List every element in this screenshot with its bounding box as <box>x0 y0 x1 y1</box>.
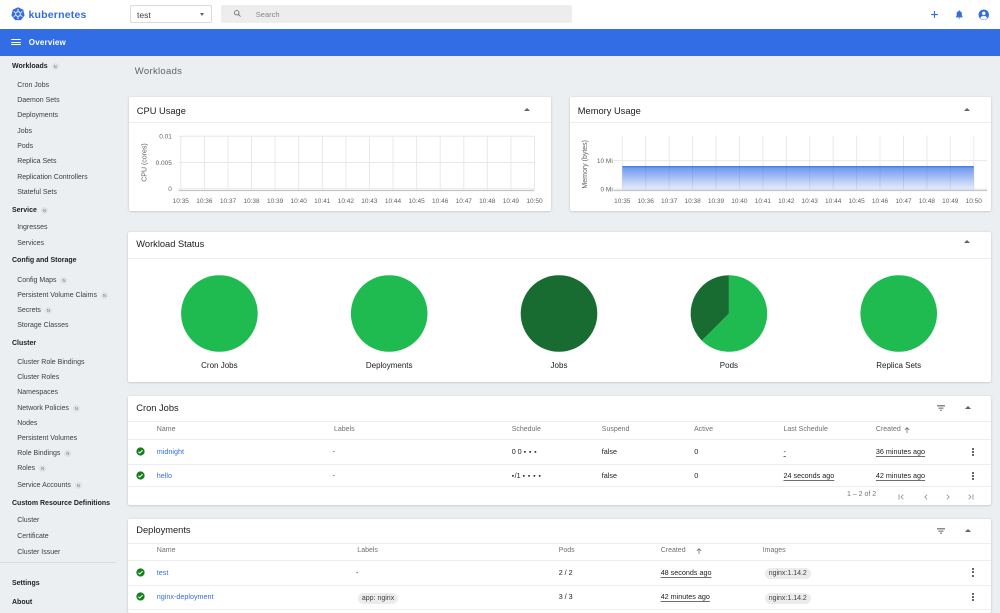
svg-text:Replica Sets: Replica Sets <box>876 360 921 369</box>
svg-text:10:37: 10:37 <box>219 197 236 204</box>
svg-text:10:40: 10:40 <box>290 197 307 204</box>
svg-text:10:49: 10:49 <box>942 197 959 204</box>
svg-text:10:38: 10:38 <box>684 197 701 204</box>
svg-text:10:43: 10:43 <box>801 197 818 204</box>
svg-text:Deployments: Deployments <box>366 360 413 369</box>
svg-text:10:46: 10:46 <box>871 197 888 204</box>
svg-text:0 Mi: 0 Mi <box>600 186 612 193</box>
svg-text:10:36: 10:36 <box>196 197 213 204</box>
svg-text:10:42: 10:42 <box>778 197 795 204</box>
svg-text:10 Mi: 10 Mi <box>596 157 612 164</box>
svg-text:10:47: 10:47 <box>895 197 912 204</box>
svg-text:0.005: 0.005 <box>155 159 172 166</box>
svg-text:10:39: 10:39 <box>707 197 724 204</box>
svg-text:10:41: 10:41 <box>754 197 771 204</box>
svg-text:0.01: 0.01 <box>159 133 172 140</box>
svg-text:10:47: 10:47 <box>455 197 472 204</box>
svg-text:Memory (bytes): Memory (bytes) <box>581 139 588 188</box>
svg-text:10:45: 10:45 <box>408 197 425 204</box>
svg-text:10:46: 10:46 <box>432 197 449 204</box>
svg-text:10:42: 10:42 <box>337 197 354 204</box>
svg-text:10:48: 10:48 <box>479 197 496 204</box>
svg-text:10:35: 10:35 <box>172 197 189 204</box>
svg-text:10:44: 10:44 <box>384 197 401 204</box>
svg-text:10:48: 10:48 <box>918 197 935 204</box>
svg-text:Jobs: Jobs <box>551 360 568 369</box>
svg-text:10:43: 10:43 <box>361 197 378 204</box>
svg-text:CPU (cores): CPU (cores) <box>141 143 148 182</box>
svg-text:10:45: 10:45 <box>848 197 865 204</box>
svg-text:Cron Jobs: Cron Jobs <box>201 360 237 369</box>
svg-text:10:40: 10:40 <box>731 197 748 204</box>
svg-text:10:50: 10:50 <box>965 197 982 204</box>
svg-text:0: 0 <box>168 186 172 193</box>
svg-text:10:50: 10:50 <box>526 197 543 204</box>
svg-text:10:37: 10:37 <box>661 197 678 204</box>
svg-text:10:38: 10:38 <box>243 197 260 204</box>
svg-text:10:36: 10:36 <box>637 197 654 204</box>
svg-text:10:44: 10:44 <box>825 197 842 204</box>
svg-text:10:35: 10:35 <box>614 197 631 204</box>
svg-text:10:49: 10:49 <box>502 197 519 204</box>
svg-text:Pods: Pods <box>720 360 738 369</box>
svg-text:10:41: 10:41 <box>314 197 331 204</box>
svg-text:10:39: 10:39 <box>266 197 283 204</box>
